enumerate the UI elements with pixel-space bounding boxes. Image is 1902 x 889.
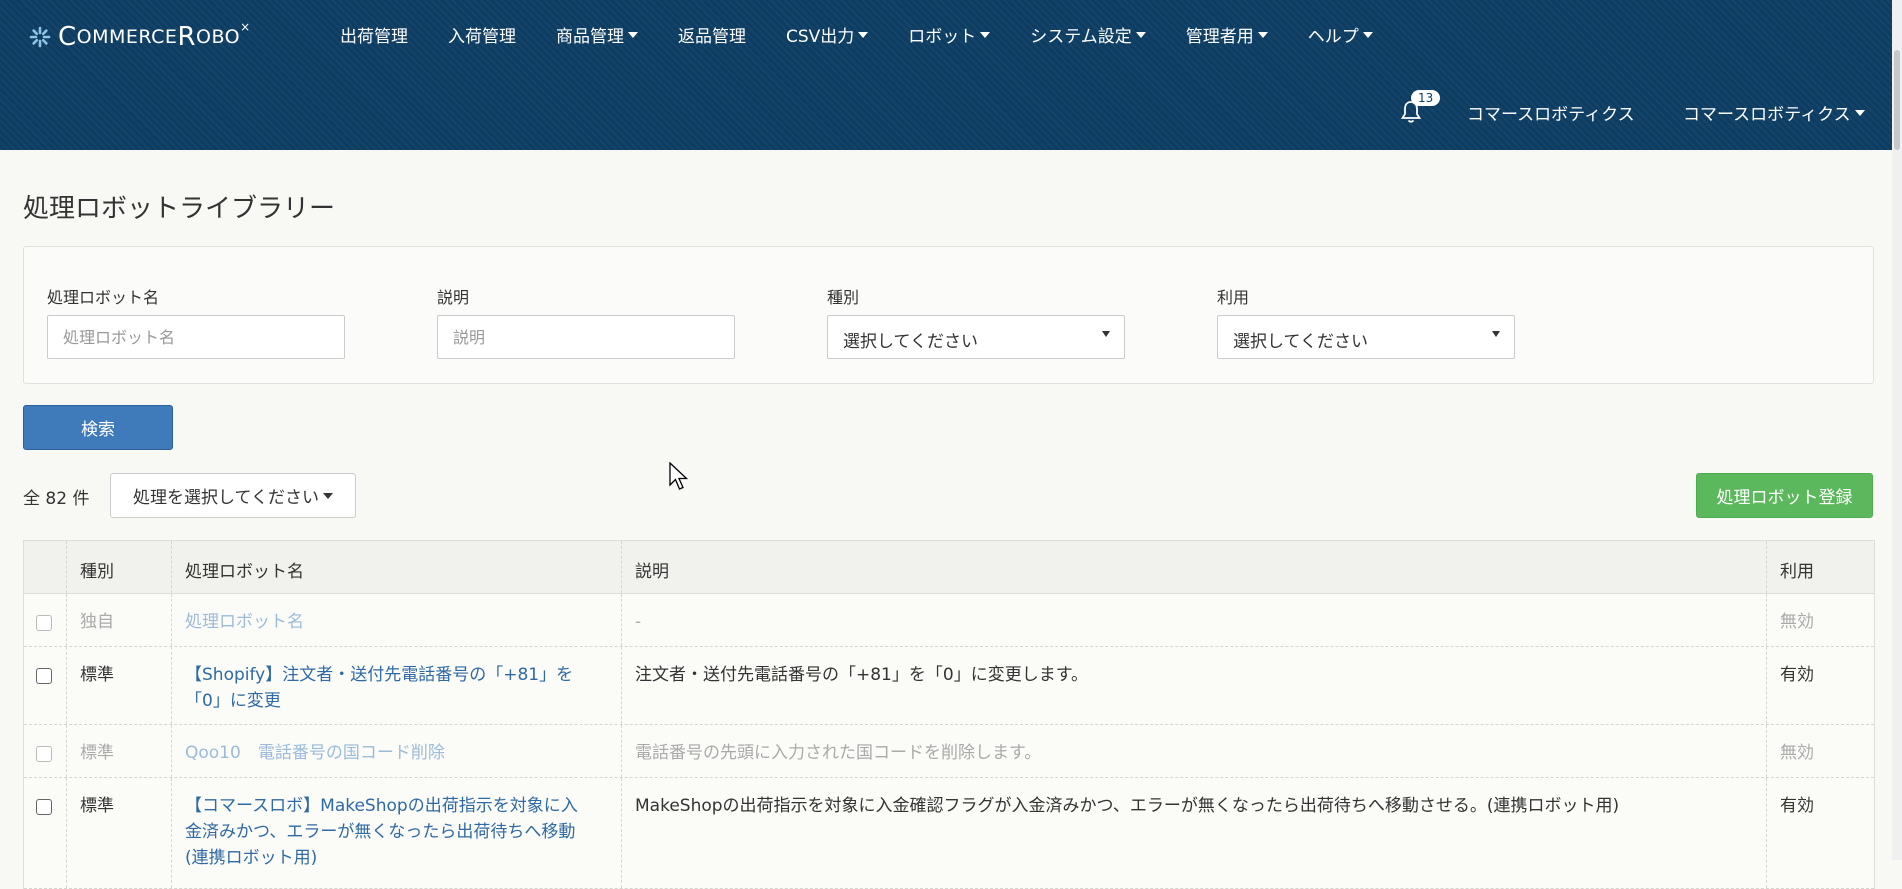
nav-products[interactable]: 商品管理: [556, 22, 638, 47]
search-button[interactable]: 検索: [23, 405, 173, 450]
row-robot-name-line: 【コマースロボ】MakeShopの出荷指示を対象に入: [185, 796, 578, 816]
main-menu: 出荷管理 入荷管理 商品管理 返品管理 CSV出力 ロボット システム設定 管理…: [340, 22, 1413, 47]
row-checkbox[interactable]: [36, 668, 52, 684]
brand-mark: ×: [240, 20, 251, 34]
header-usage[interactable]: 利用: [1780, 557, 1814, 582]
robot-name-input[interactable]: [47, 315, 345, 359]
header-robot-name[interactable]: 処理ロボット名: [185, 557, 304, 582]
company-name-link[interactable]: コマースロボティクス: [1467, 100, 1635, 125]
nav-help[interactable]: ヘルプ: [1308, 22, 1373, 47]
row-type: 標準: [80, 796, 114, 816]
row-type: 標準: [80, 743, 114, 763]
header-description[interactable]: 説明: [635, 557, 669, 582]
register-robot-button[interactable]: 処理ロボット登録: [1696, 473, 1873, 518]
nav-csv-export[interactable]: CSV出力: [786, 22, 869, 47]
description-input[interactable]: [437, 315, 735, 359]
description-label: 説明: [437, 288, 470, 307]
row-robot-name-link[interactable]: 処理ロボット名: [185, 609, 304, 635]
nav-shipping-label: 出荷管理: [340, 27, 408, 47]
row-robot-name-line: 金済みかつ、エラーが無くなったら出荷待ちへ移動: [185, 822, 576, 842]
row-robot-name-line: (連携ロボット用): [185, 848, 318, 868]
table-header: 種別 処理ロボット名 説明 利用: [24, 541, 1874, 594]
nav-shipping[interactable]: 出荷管理: [340, 22, 408, 47]
top-navbar: C OMMERCE R OBO × 出荷管理 入荷管理 商品管理 返品管理 CS…: [0, 0, 1902, 150]
type-label: 種別: [827, 288, 860, 307]
page-scrollbar[interactable]: [1892, 0, 1902, 860]
nav-products-label: 商品管理: [556, 27, 624, 47]
table-row: 独自 処理ロボット名 - 無効: [24, 594, 1874, 647]
row-description: -: [635, 612, 642, 632]
nav-system-label: システム設定: [1030, 27, 1132, 47]
row-checkbox[interactable]: [36, 799, 52, 815]
caret-down-icon: [322, 492, 333, 499]
usage-select[interactable]: 選択してください: [1217, 315, 1515, 359]
robot-table: 種別 処理ロボット名 説明 利用 独自 処理ロボット名 - 無効 標準 【Sho…: [23, 540, 1875, 889]
brand-text-1: OMMERCE: [76, 26, 178, 48]
count-prefix: 全: [23, 489, 40, 509]
brand-logo[interactable]: C OMMERCE R OBO ×: [28, 20, 251, 52]
result-count: 全 82 件: [23, 484, 89, 509]
nav-admin-label: 管理者用: [1185, 27, 1254, 47]
select-arrow-icon: [1492, 331, 1500, 337]
nav-returns[interactable]: 返品管理: [678, 22, 746, 47]
nav-admin[interactable]: 管理者用: [1186, 22, 1268, 47]
mouse-cursor-icon: [669, 462, 689, 490]
row-robot-name-link[interactable]: 【Shopify】注文者・送付先電話番号の「+81」を 「0」に変更: [185, 662, 573, 714]
row-robot-name-line: 「0」に変更: [185, 691, 281, 711]
caret-down-icon: [1854, 109, 1865, 116]
brand-letter-c: C: [58, 22, 77, 52]
usage-label: 利用: [1217, 288, 1250, 307]
row-type: 標準: [80, 665, 114, 685]
row-type: 独自: [80, 612, 114, 632]
nav-receiving[interactable]: 入荷管理: [448, 22, 516, 47]
row-robot-name-line: 【Shopify】注文者・送付先電話番号の「+81」を: [185, 665, 574, 685]
brand-text-2: OBO: [196, 26, 241, 48]
row-checkbox[interactable]: [36, 746, 52, 762]
scrollbar-thumb[interactable]: [1894, 50, 1900, 150]
user-name: コマースロボティクス: [1683, 105, 1851, 125]
row-status: 無効: [1780, 612, 1814, 632]
row-status: 有効: [1780, 796, 1814, 816]
nav-receiving-label: 入荷管理: [448, 27, 516, 47]
caret-down-icon: [980, 31, 991, 38]
nav-help-label: ヘルプ: [1307, 27, 1359, 47]
table-row: 標準 【コマースロボ】MakeShopの出荷指示を対象に入 金済みかつ、エラーが…: [24, 778, 1874, 889]
row-robot-name-link[interactable]: Qoo10 電話番号の国コード削除: [185, 740, 445, 766]
row-checkbox[interactable]: [36, 615, 52, 631]
caret-down-icon: [1362, 31, 1373, 38]
robot-name-label: 処理ロボット名: [47, 288, 160, 307]
nav-csv-label: CSV出力: [786, 27, 855, 47]
bulk-action-dropdown[interactable]: 処理を選択してください: [110, 473, 356, 518]
nav-robot-label: ロボット: [908, 27, 977, 47]
row-description: 電話番号の先頭に入力された国コードを削除します。: [635, 743, 1042, 763]
notification-count-badge[interactable]: 13: [1411, 90, 1441, 106]
nav-returns-label: 返品管理: [678, 27, 746, 47]
caret-down-icon: [1135, 31, 1146, 38]
usage-select-value: 選択してください: [1233, 332, 1368, 352]
row-status: 有効: [1780, 665, 1814, 685]
select-arrow-icon: [1102, 331, 1110, 337]
table-row: 標準 Qoo10 電話番号の国コード削除 電話番号の先頭に入力された国コードを削…: [24, 725, 1874, 778]
brand-burst-icon: [29, 26, 51, 48]
nav-system-settings[interactable]: システム設定: [1030, 22, 1146, 47]
bulk-action-label: 処理を選択してください: [133, 488, 319, 508]
type-select-value: 選択してください: [843, 332, 978, 352]
table-row: 標準 【Shopify】注文者・送付先電話番号の「+81」を 「0」に変更 注文…: [24, 647, 1874, 725]
count-suffix: 件: [72, 489, 90, 509]
caret-down-icon: [1257, 31, 1268, 38]
caret-down-icon: [628, 31, 638, 38]
nav-robot[interactable]: ロボット: [908, 22, 991, 47]
page-title: 処理ロボットライブラリー: [23, 194, 336, 224]
caret-down-icon: [858, 31, 869, 38]
row-robot-name-link[interactable]: 【コマースロボ】MakeShopの出荷指示を対象に入 金済みかつ、エラーが無くな…: [185, 793, 578, 871]
type-select[interactable]: 選択してください: [827, 315, 1125, 359]
row-description: 注文者・送付先電話番号の「+81」を「0」に変更します。: [635, 665, 1088, 685]
brand-letter-r: R: [177, 22, 197, 52]
count-value: 82: [45, 489, 68, 509]
user-menu[interactable]: コマースロボティクス: [1683, 100, 1865, 125]
row-description: MakeShopの出荷指示を対象に入金確認フラグが入金済みかつ、エラーが無くなっ…: [635, 796, 1620, 816]
header-type[interactable]: 種別: [80, 557, 114, 582]
search-filter-panel: 処理ロボット名 説明 種別 選択してください 利用 選択してください: [23, 246, 1874, 384]
row-status: 無効: [1780, 743, 1814, 763]
